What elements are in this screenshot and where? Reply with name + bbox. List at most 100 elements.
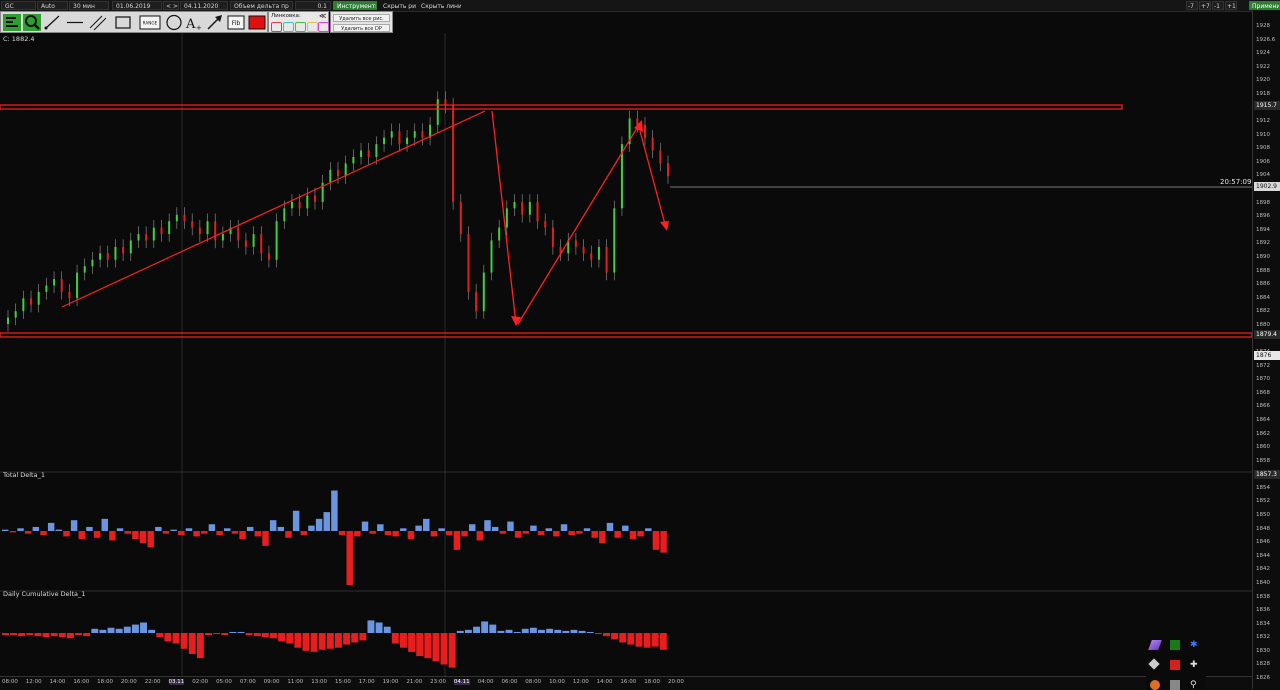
cumulative-delta-bar bbox=[408, 633, 416, 652]
candle-body bbox=[298, 201, 301, 209]
total-delta-bar bbox=[63, 531, 70, 537]
price-tick: 1910 bbox=[1256, 131, 1270, 138]
price-tick: 1852 bbox=[1256, 498, 1270, 505]
total-delta-bar bbox=[568, 531, 575, 536]
cumulative-delta-bar bbox=[18, 633, 26, 637]
pane1-title: Total Delta_1 bbox=[3, 471, 45, 479]
settings-icon[interactable] bbox=[1148, 658, 1160, 670]
time-tick: 12:00 bbox=[25, 679, 42, 685]
cumulative-delta-bar bbox=[237, 631, 245, 633]
candle-body bbox=[551, 227, 554, 247]
total-delta-bar bbox=[499, 531, 507, 534]
symbol-select[interactable]: GC bbox=[1, 1, 36, 10]
network-icon[interactable]: ✚ bbox=[1190, 660, 1200, 670]
total-delta-bar bbox=[637, 531, 644, 537]
cumulative-delta-bar bbox=[359, 633, 367, 641]
trend-line[interactable] bbox=[61, 110, 486, 308]
zoom-plus1-button[interactable]: +1 bbox=[1225, 1, 1237, 10]
time-tick: 11:00 bbox=[287, 679, 304, 685]
cumulative-delta-bar bbox=[391, 633, 399, 644]
date-nav-button[interactable]: < > bbox=[163, 1, 179, 10]
mode-select[interactable]: Auto bbox=[37, 1, 68, 10]
price-chart[interactable]: 20:57:09 bbox=[0, 11, 1252, 676]
cumulative-delta-bars bbox=[2, 620, 667, 668]
cumulative-delta-bar bbox=[221, 633, 229, 636]
candle-body bbox=[30, 298, 33, 305]
total-delta-bar bbox=[652, 531, 660, 550]
cumulative-delta-bar bbox=[416, 633, 424, 657]
total-delta-bar bbox=[300, 531, 308, 536]
antivirus-icon[interactable] bbox=[1170, 660, 1180, 670]
time-tick: 02:00 bbox=[192, 679, 209, 685]
cumulative-delta-bar bbox=[619, 633, 627, 643]
zoom-minus7-button[interactable]: -7 bbox=[1186, 1, 1198, 10]
cumulative-delta-bar bbox=[50, 633, 58, 637]
time-stamp: 20:57:09 bbox=[1220, 178, 1251, 186]
time-tick: 03.11 bbox=[168, 679, 185, 685]
price-tick: 1826 bbox=[1256, 675, 1270, 681]
price-axis[interactable]: 19281926.6192419221920191819141912191019… bbox=[1252, 11, 1280, 689]
apply-button[interactable]: Примени bbox=[1249, 1, 1280, 10]
levels bbox=[0, 104, 1252, 338]
price-tick: 1906 bbox=[1256, 158, 1270, 165]
cumulative-delta-bar bbox=[326, 633, 334, 649]
instruments-button[interactable]: Инструменты bbox=[333, 1, 377, 10]
total-delta-bar bbox=[109, 531, 116, 541]
zoom-minus1-button[interactable]: -1 bbox=[1212, 1, 1224, 10]
candle-body bbox=[475, 291, 478, 312]
total-delta-bar bbox=[614, 531, 621, 538]
bluetooth-icon[interactable]: ✱ bbox=[1190, 640, 1200, 650]
hide-drawings-button[interactable]: Скрыть рис. bbox=[379, 1, 417, 10]
cumulative-delta-bar bbox=[205, 633, 212, 636]
step-field[interactable]: 0.1 bbox=[295, 1, 331, 10]
total-delta-bar bbox=[430, 531, 438, 537]
pane-split-price-label: 1857.3 bbox=[1254, 470, 1280, 479]
up-arrow-line[interactable] bbox=[517, 122, 641, 325]
candle-body bbox=[367, 150, 370, 157]
drawings bbox=[61, 110, 669, 326]
candle-body bbox=[528, 201, 531, 215]
nvidia-icon[interactable] bbox=[1170, 640, 1180, 650]
cumulative-delta-bar bbox=[140, 622, 147, 633]
price-tick: 1860 bbox=[1256, 444, 1270, 451]
total-delta-bar bbox=[78, 531, 86, 540]
time-tick: 04.11 bbox=[453, 679, 470, 685]
date-to-field[interactable]: 04.11.2020 bbox=[180, 1, 228, 10]
price-tick: 1922 bbox=[1256, 63, 1270, 70]
cumulative-delta-bar bbox=[245, 633, 253, 636]
cumulative-delta-bar bbox=[123, 626, 131, 633]
total-delta-bar bbox=[2, 529, 9, 531]
cumulative-delta-bar bbox=[107, 627, 115, 633]
cumulative-delta-bar bbox=[635, 633, 643, 647]
indicator-select[interactable]: Объем дельта пр bbox=[230, 1, 293, 10]
cumulative-delta-bar bbox=[26, 633, 34, 636]
candle-body bbox=[329, 169, 332, 183]
total-delta-bar bbox=[308, 525, 315, 531]
projection-arrow-head bbox=[660, 221, 669, 231]
support-level-line[interactable] bbox=[0, 332, 1252, 338]
date-from-field[interactable]: 01.06.2019 bbox=[112, 1, 162, 10]
price-tick: 1888 bbox=[1256, 267, 1270, 274]
price-tick: 1828 bbox=[1256, 661, 1270, 668]
time-tick: 04:00 bbox=[477, 679, 494, 685]
zoom-plus7-button[interactable]: +7 bbox=[1199, 1, 1211, 10]
hide-lines-button[interactable]: Скрыть линии bbox=[417, 1, 462, 10]
total-delta-bar bbox=[660, 531, 667, 553]
time-tick: 16:00 bbox=[620, 679, 637, 685]
resistance-level-line[interactable] bbox=[0, 104, 1123, 110]
total-delta-bar bbox=[507, 521, 514, 531]
pen-icon[interactable] bbox=[1148, 640, 1162, 650]
time-tick: 12:00 bbox=[572, 679, 589, 685]
candle-body bbox=[513, 201, 516, 209]
candle-body bbox=[252, 234, 255, 247]
cumulative-delta-bar bbox=[253, 633, 261, 637]
time-tick: 14:00 bbox=[49, 679, 66, 685]
time-tick: 06:00 bbox=[501, 679, 518, 685]
candle-body bbox=[636, 118, 639, 125]
cumulative-delta-bar bbox=[383, 626, 391, 633]
candle-body bbox=[459, 201, 462, 235]
timeframe-select[interactable]: 30 мин bbox=[69, 1, 109, 10]
time-axis[interactable]: 08:00 12:00 14:00 16:00 18:00 20:00 22:00 03.11… bbox=[0, 676, 1252, 690]
time-tick: 18:00 bbox=[97, 679, 113, 685]
down-arrow-line[interactable] bbox=[491, 110, 517, 325]
